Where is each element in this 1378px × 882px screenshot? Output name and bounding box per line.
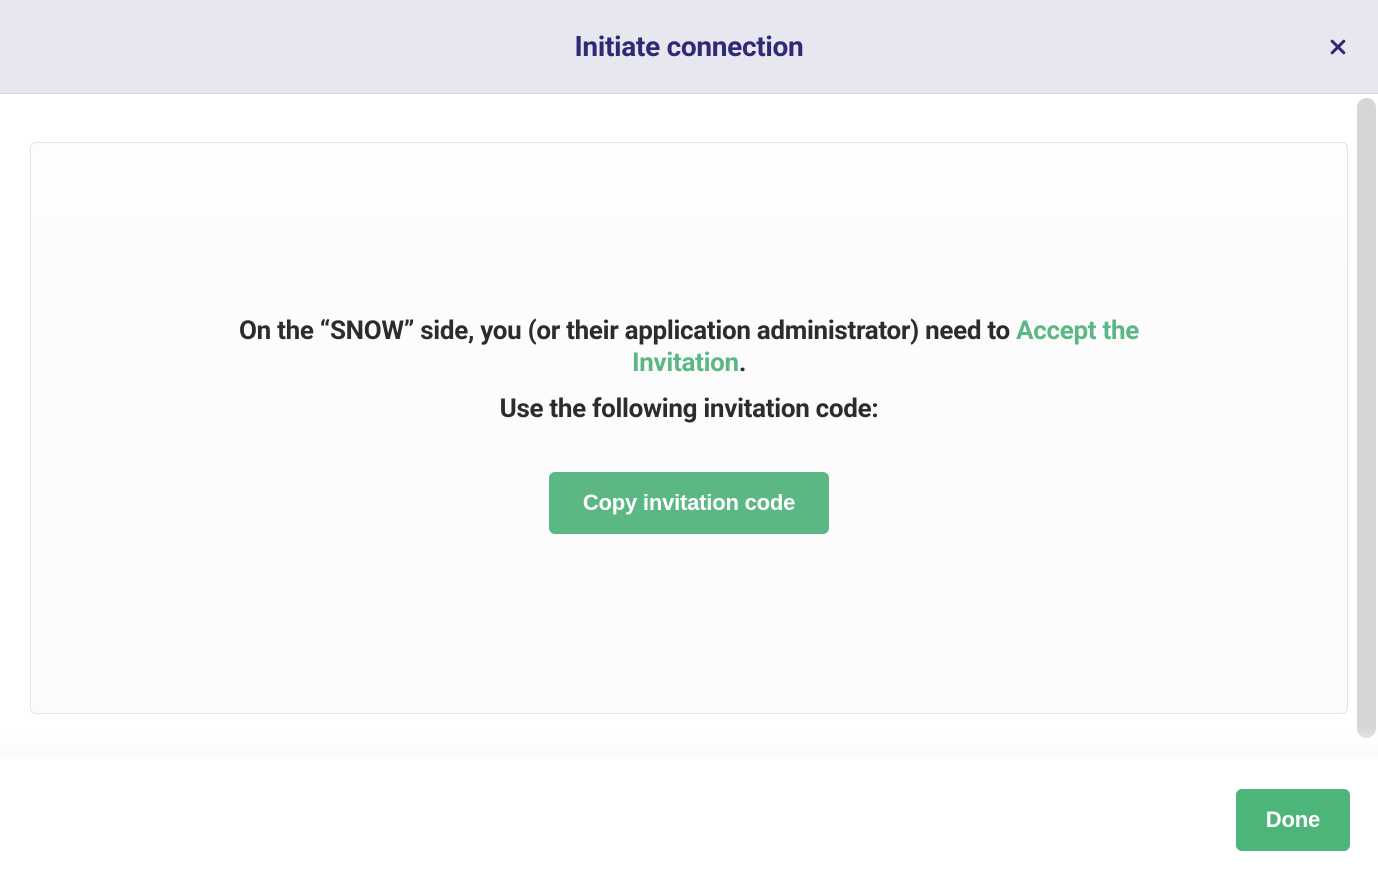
modal-title: Initiate connection — [575, 30, 804, 63]
modal-body: On the “SNOW” side, you (or their applic… — [0, 94, 1378, 756]
modal-header: Initiate connection — [0, 0, 1378, 94]
instruction-prefix: On the “SNOW” side, you (or their applic… — [239, 316, 1016, 346]
scrollbar[interactable] — [1357, 98, 1376, 738]
content-panel: On the “SNOW” side, you (or their applic… — [30, 142, 1348, 714]
instruction-text: On the “SNOW” side, you (or their applic… — [209, 315, 1169, 380]
copy-invitation-code-button[interactable]: Copy invitation code — [549, 472, 829, 534]
code-instruction: Use the following invitation code: — [209, 394, 1169, 424]
done-button[interactable]: Done — [1236, 789, 1350, 851]
close-icon[interactable] — [1326, 35, 1350, 59]
content-inner: On the “SNOW” side, you (or their applic… — [209, 315, 1169, 534]
instruction-suffix: . — [739, 348, 746, 378]
modal-footer: Done — [0, 756, 1378, 882]
